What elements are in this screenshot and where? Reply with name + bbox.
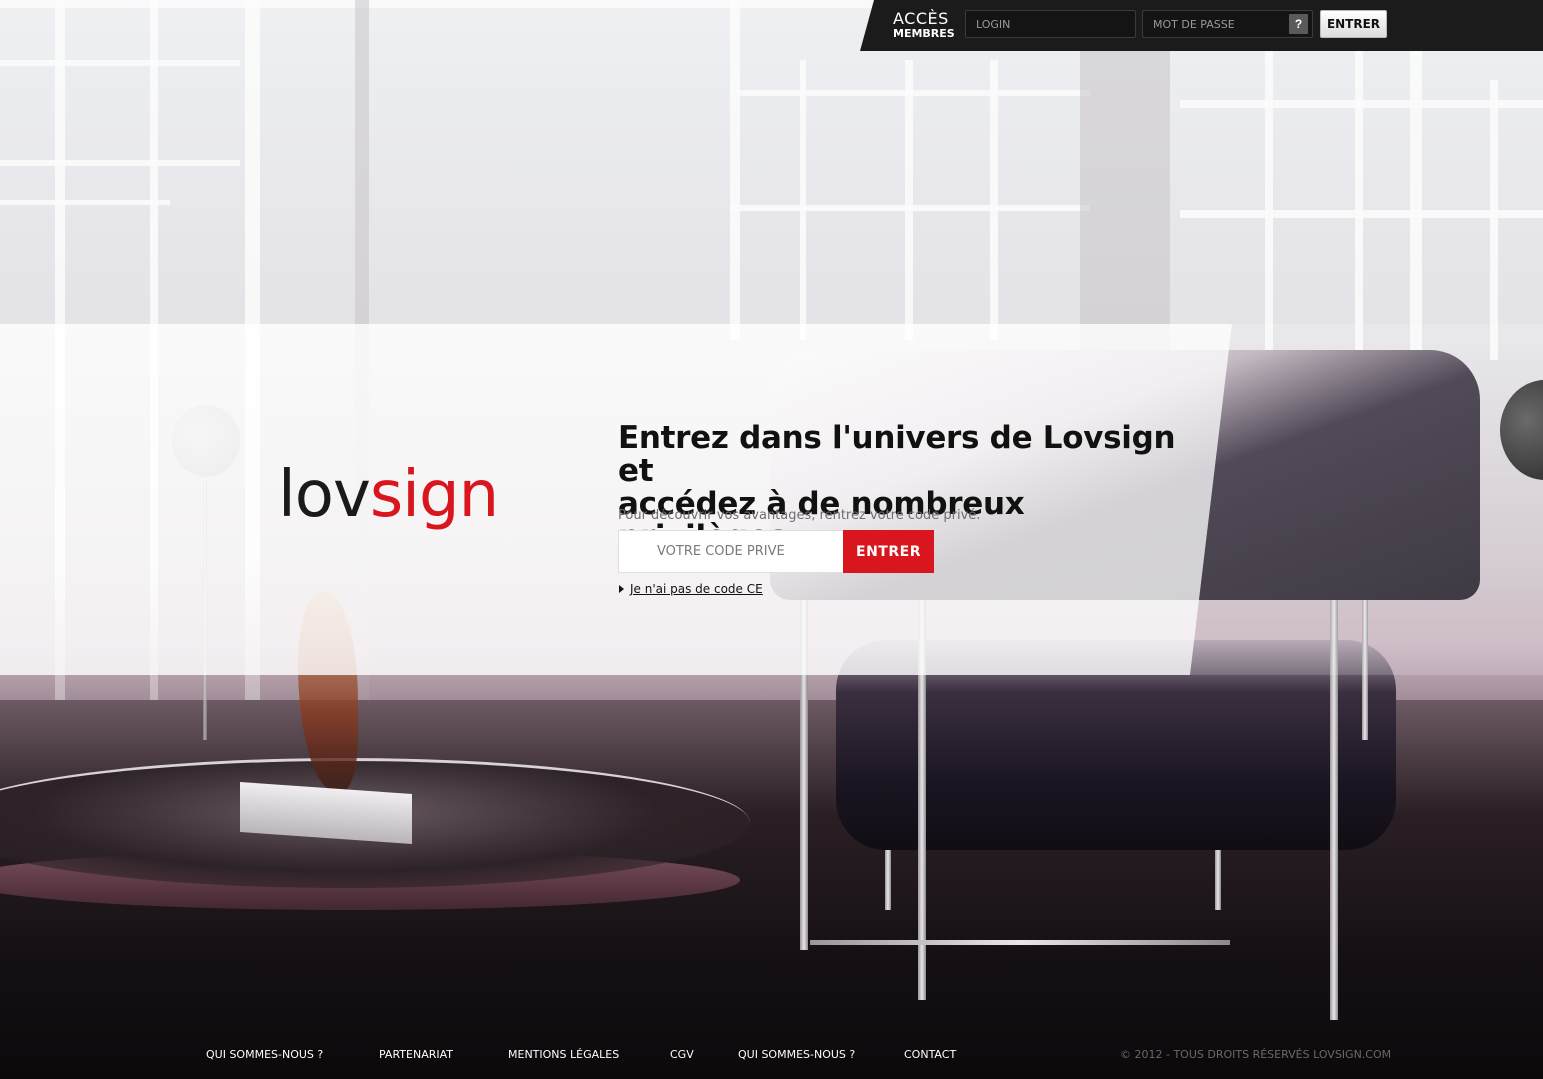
triangle-right-icon: [619, 585, 624, 593]
members-title-line-1: ACCÈS: [893, 9, 949, 28]
no-code-link[interactable]: Je n'ai pas de code CE: [619, 582, 763, 596]
chair-rail: [810, 940, 1230, 945]
footer-link-about[interactable]: QUI SOMMES-NOUS ?: [206, 1048, 323, 1061]
password-field[interactable]: [1142, 10, 1313, 38]
window-frame: [990, 60, 998, 340]
logo-part-lov: lov: [278, 458, 371, 532]
footer-link-cgv[interactable]: CGV: [670, 1048, 694, 1061]
window-frame: [800, 60, 806, 340]
window-frame: [1355, 50, 1363, 350]
footer-link-about-2[interactable]: QUI SOMMES-NOUS ?: [738, 1048, 855, 1061]
window-frame: [0, 200, 170, 205]
footer-link-partnership[interactable]: PARTENARIAT: [379, 1048, 453, 1061]
window-frame: [0, 160, 240, 166]
login-field[interactable]: [965, 10, 1136, 38]
window-frame: [905, 60, 913, 340]
password-input[interactable]: [1153, 17, 1302, 31]
window-frame: [1490, 80, 1498, 360]
lovsign-logo: lovsign: [278, 455, 499, 535]
private-code-input[interactable]: [657, 544, 844, 559]
window-frame: [1410, 50, 1422, 350]
chair-leg: [885, 850, 891, 910]
window-frame: [730, 0, 740, 340]
logo-part-sign: sign: [369, 458, 499, 532]
footer-link-legal[interactable]: MENTIONS LÉGALES: [508, 1048, 619, 1061]
password-help-button[interactable]: ?: [1289, 14, 1308, 34]
window-frame: [1265, 50, 1273, 350]
window-frame: [0, 60, 240, 66]
private-code-field[interactable]: [618, 530, 844, 573]
hero-subtext: Pour découvrir vos avantages, rentrez vo…: [618, 508, 981, 523]
private-code-enter-button[interactable]: ENTRER: [843, 530, 934, 573]
copyright-text: © 2012 - TOUS DROITS RÉSERVÉS LOVSIGN.CO…: [1120, 1048, 1392, 1061]
members-enter-button[interactable]: ENTRER: [1320, 10, 1387, 38]
no-code-link-text[interactable]: Je n'ai pas de code CE: [630, 582, 763, 596]
window-mullion: [1080, 50, 1170, 350]
members-title-line-2: MEMBRES: [893, 27, 955, 40]
footer-link-contact[interactable]: CONTACT: [904, 1048, 956, 1061]
headline-line-1: Entrez dans l'univers de Lovsign et: [618, 420, 1176, 489]
login-input[interactable]: [976, 17, 1125, 31]
chair-leg: [1215, 850, 1221, 910]
members-access-title: ACCÈS MEMBRES: [893, 9, 955, 40]
